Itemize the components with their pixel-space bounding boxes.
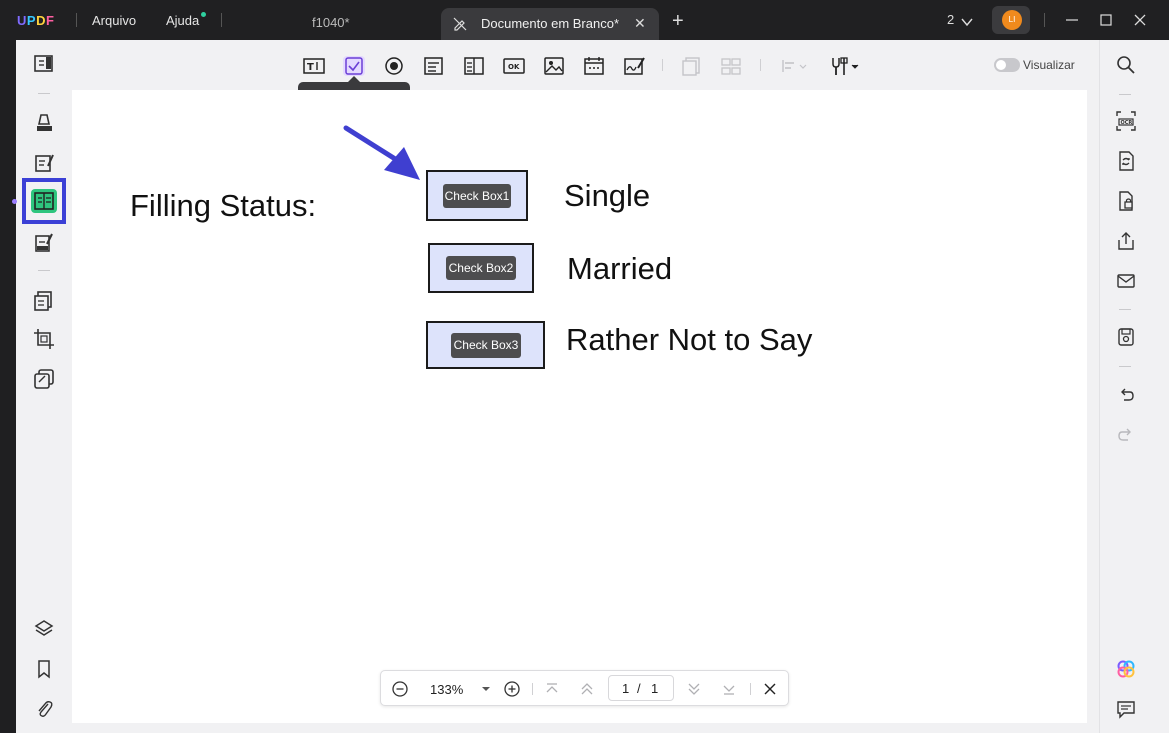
toggle-knob bbox=[996, 60, 1006, 70]
notification-dot bbox=[201, 12, 206, 17]
crop-icon[interactable] bbox=[33, 328, 55, 350]
organize-pages-icon[interactable] bbox=[33, 290, 55, 312]
page-number-input[interactable] bbox=[608, 675, 674, 701]
app-logo: UPDF bbox=[17, 13, 55, 28]
share-icon[interactable] bbox=[1116, 231, 1136, 251]
list-box-icon[interactable] bbox=[463, 56, 485, 76]
avatar: LI bbox=[1002, 10, 1022, 30]
sidebar-separator bbox=[1119, 94, 1131, 95]
svg-text:T: T bbox=[307, 62, 314, 73]
attachment-icon[interactable] bbox=[33, 698, 55, 720]
previous-page-icon[interactable] bbox=[578, 680, 596, 698]
text-field-icon[interactable]: T bbox=[303, 56, 325, 76]
layers-icon[interactable] bbox=[33, 618, 55, 640]
option-married: Married bbox=[567, 251, 673, 286]
indicator-dot bbox=[12, 199, 17, 204]
convert-icon[interactable] bbox=[1116, 151, 1136, 171]
filling-status-heading: Filling Status: bbox=[130, 188, 317, 223]
align-icon[interactable] bbox=[780, 56, 810, 76]
radio-button-icon[interactable] bbox=[383, 56, 405, 76]
checkbox-field-label: Check Box1 bbox=[443, 184, 511, 208]
last-page-icon[interactable] bbox=[720, 680, 738, 698]
combo-box-icon[interactable] bbox=[423, 56, 445, 76]
form-icon[interactable] bbox=[33, 190, 55, 212]
redo-icon[interactable] bbox=[1116, 425, 1136, 445]
pager-separator bbox=[750, 683, 751, 695]
tab-documento-em-branco[interactable]: Documento em Branco* ✕ bbox=[441, 8, 659, 40]
ocr-icon[interactable]: OCR bbox=[1116, 111, 1136, 131]
signature-field-icon[interactable] bbox=[623, 56, 645, 76]
title-separator bbox=[1044, 13, 1045, 27]
svg-text:OK: OK bbox=[508, 63, 520, 71]
close-pager-icon[interactable] bbox=[761, 680, 779, 698]
sidebar-separator bbox=[1119, 366, 1131, 367]
chevron-down-icon[interactable] bbox=[961, 14, 973, 32]
preview-label: Visualizar bbox=[1023, 58, 1075, 72]
comment-icon[interactable] bbox=[1116, 699, 1136, 719]
field-tools-icon[interactable] bbox=[828, 56, 860, 76]
menu-ajuda[interactable]: Ajuda bbox=[166, 13, 199, 28]
zoom-dropdown-icon[interactable] bbox=[477, 680, 495, 698]
current-page: 1 bbox=[622, 681, 630, 696]
page-tools-icon[interactable] bbox=[33, 368, 55, 390]
title-separator bbox=[76, 13, 77, 27]
menu-arquivo[interactable]: Arquivo bbox=[92, 13, 136, 28]
email-icon[interactable] bbox=[1116, 271, 1136, 291]
edit-pdf-icon[interactable] bbox=[33, 152, 55, 174]
pager-separator bbox=[532, 683, 533, 695]
close-window-icon[interactable] bbox=[1131, 11, 1149, 29]
svg-text:OCR: OCR bbox=[1121, 120, 1133, 126]
zoom-level[interactable]: 133% bbox=[430, 682, 463, 697]
title-bar: UPDF Arquivo Ajuda f1040* Documento em B… bbox=[0, 0, 1169, 40]
undo-icon[interactable] bbox=[1116, 385, 1136, 405]
total-pages: 1 bbox=[651, 681, 659, 696]
account-button[interactable]: LI bbox=[992, 6, 1030, 34]
highlighter-icon[interactable] bbox=[33, 112, 55, 134]
button-icon[interactable]: OK bbox=[503, 56, 525, 76]
reader-icon[interactable] bbox=[33, 53, 55, 75]
tab-f1040[interactable]: f1040* bbox=[312, 15, 350, 30]
checkbox-field-label: Check Box3 bbox=[451, 333, 521, 358]
checkbox-icon[interactable] bbox=[343, 56, 365, 76]
add-tab-icon[interactable]: + bbox=[672, 10, 684, 33]
toolbar-separator bbox=[662, 59, 663, 71]
form-toolbar bbox=[72, 40, 1087, 90]
page-separator: / bbox=[637, 681, 641, 696]
image-field-icon[interactable] bbox=[543, 56, 565, 76]
ai-assistant-icon[interactable] bbox=[1116, 659, 1136, 679]
tab-label: Documento em Branco* bbox=[481, 16, 620, 31]
page-navigation-bar: 133% 1 / 1 bbox=[380, 670, 789, 706]
zoom-out-icon[interactable] bbox=[391, 680, 409, 698]
multiple-copies-icon[interactable] bbox=[720, 56, 742, 76]
zoom-in-icon[interactable] bbox=[503, 680, 521, 698]
maximize-icon[interactable] bbox=[1097, 11, 1115, 29]
edit-off-icon bbox=[452, 16, 468, 37]
tab-count[interactable]: 2 bbox=[947, 12, 954, 27]
sign-icon[interactable] bbox=[33, 232, 55, 254]
close-tab-icon[interactable]: ✕ bbox=[634, 15, 646, 32]
option-rather-not-to-say: Rather Not to Say bbox=[566, 322, 813, 357]
date-field-icon[interactable] bbox=[583, 56, 605, 76]
first-page-icon[interactable] bbox=[543, 680, 561, 698]
checkbox-field-label: Check Box2 bbox=[446, 256, 516, 280]
sidebar-separator bbox=[38, 270, 50, 271]
option-single: Single bbox=[564, 178, 651, 213]
preview-toggle[interactable] bbox=[994, 58, 1020, 72]
sidebar-separator bbox=[38, 93, 50, 94]
toolbar-separator bbox=[760, 59, 761, 71]
pointer-arrow-icon bbox=[343, 125, 420, 180]
sidebar-separator bbox=[1119, 309, 1131, 310]
next-page-icon[interactable] bbox=[685, 680, 703, 698]
save-icon[interactable] bbox=[1116, 327, 1136, 347]
search-icon[interactable] bbox=[1116, 55, 1136, 75]
bookmark-icon[interactable] bbox=[33, 658, 55, 680]
minimize-icon[interactable] bbox=[1063, 11, 1081, 29]
protect-icon[interactable] bbox=[1116, 191, 1136, 211]
title-separator bbox=[221, 13, 222, 27]
duplicate-field-icon[interactable] bbox=[680, 56, 702, 76]
